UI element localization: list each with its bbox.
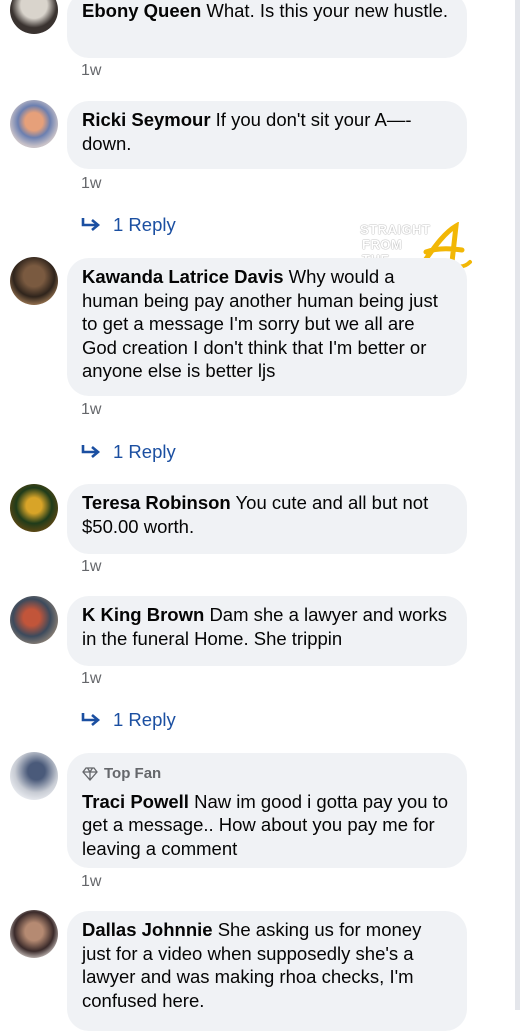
avatar[interactable] bbox=[10, 0, 58, 34]
comment-author[interactable]: Kawanda Latrice Davis bbox=[82, 266, 284, 287]
comment-time[interactable]: 1w bbox=[81, 670, 101, 688]
comment-time[interactable]: 1w bbox=[81, 873, 101, 891]
comment-bubble: Dallas Johnnie She asking us for money j… bbox=[67, 911, 467, 1031]
comment-bubble: Teresa Robinson You cute and all but not… bbox=[67, 484, 467, 554]
top-fan-badge: Top Fan bbox=[82, 762, 451, 786]
diamond-icon bbox=[82, 767, 98, 781]
reply-count[interactable]: 1 Reply bbox=[113, 709, 176, 731]
comment-bubble: K King Brown Dam she a lawyer and works … bbox=[67, 596, 467, 666]
reply-arrow-icon bbox=[81, 445, 101, 458]
avatar[interactable] bbox=[10, 752, 58, 800]
comment-text: What. Is this your new hustle. bbox=[206, 0, 449, 21]
comment-time[interactable]: 1w bbox=[81, 401, 101, 419]
comment-author[interactable]: Ebony Queen bbox=[82, 0, 201, 21]
comment-time[interactable]: 1w bbox=[81, 558, 101, 576]
reply-arrow-icon bbox=[81, 218, 101, 231]
avatar[interactable] bbox=[10, 484, 58, 532]
comment-author[interactable]: Traci Powell bbox=[82, 791, 189, 812]
avatar[interactable] bbox=[10, 100, 58, 148]
comment-author[interactable]: Dallas Johnnie bbox=[82, 919, 213, 940]
comment-bubble: Kawanda Latrice Davis Why would a human … bbox=[67, 258, 467, 396]
comment-time[interactable]: 1w bbox=[81, 62, 101, 80]
reply-count[interactable]: 1 Reply bbox=[113, 441, 176, 463]
comment-author[interactable]: Teresa Robinson bbox=[82, 492, 231, 513]
comment-author[interactable]: Ricki Seymour bbox=[82, 109, 211, 130]
comment-bubble: Top Fan Traci Powell Naw im good i gotta… bbox=[67, 753, 467, 868]
reply-arrow-icon bbox=[81, 713, 101, 726]
view-replies-link[interactable]: 1 Reply bbox=[81, 214, 176, 236]
comment-bubble: Ebony Queen What. Is this your new hustl… bbox=[67, 0, 467, 58]
view-replies-link[interactable]: 1 Reply bbox=[81, 709, 176, 731]
reply-count[interactable]: 1 Reply bbox=[113, 214, 176, 236]
comment-time[interactable]: 1w bbox=[81, 175, 101, 193]
comment-bubble: Ricki Seymour If you don't sit your A—- … bbox=[67, 101, 467, 169]
scrollbar-track[interactable] bbox=[515, 0, 520, 1010]
avatar[interactable] bbox=[10, 910, 58, 958]
comment-author[interactable]: K King Brown bbox=[82, 604, 204, 625]
avatar[interactable] bbox=[10, 596, 58, 644]
avatar[interactable] bbox=[10, 257, 58, 305]
badge-label: Top Fan bbox=[104, 765, 162, 782]
watermark-line2: FROM bbox=[362, 237, 403, 252]
view-replies-link[interactable]: 1 Reply bbox=[81, 441, 176, 463]
